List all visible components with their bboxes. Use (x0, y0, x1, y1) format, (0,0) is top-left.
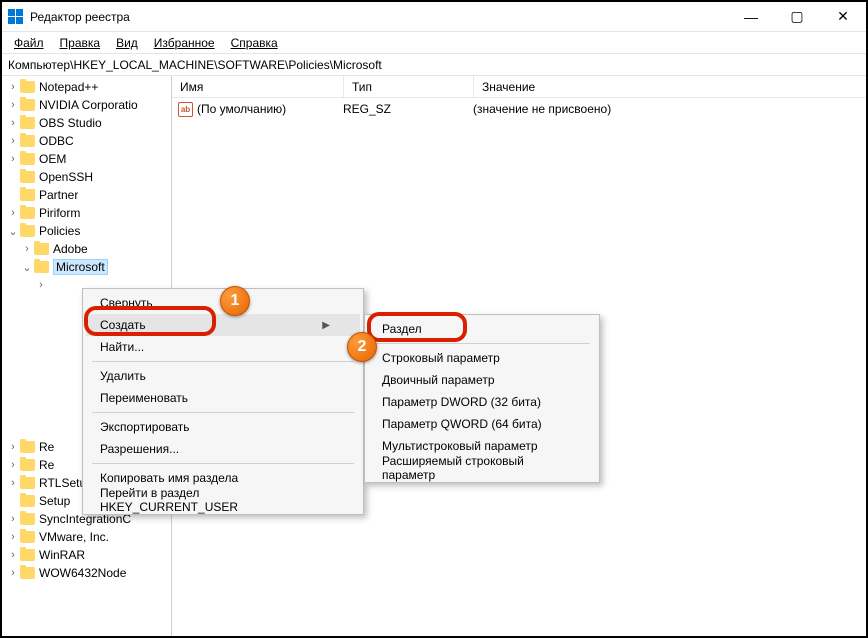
tree-node-piriform[interactable]: ›Piriform (2, 204, 171, 222)
menu-edit[interactable]: Правка (54, 34, 107, 52)
menu-file[interactable]: Файл (8, 34, 50, 52)
close-button[interactable]: ✕ (820, 2, 866, 31)
value-data: (значение не присвоено) (473, 102, 866, 116)
col-header-name[interactable]: Имя (172, 76, 344, 97)
value-type: REG_SZ (343, 102, 473, 116)
tree-node-adobe[interactable]: ›Adobe (16, 240, 171, 258)
tree-node-partner[interactable]: Partner (2, 186, 171, 204)
titlebar: Редактор реестра — ▢ ✕ (2, 2, 866, 32)
col-header-value[interactable]: Значение (474, 76, 866, 97)
chevron-right-icon: ▶ (322, 320, 330, 331)
ctx-item-new[interactable]: Создать▶ (86, 314, 360, 336)
menu-favorites[interactable]: Избранное (148, 34, 221, 52)
tree-node-wow64[interactable]: ›WOW6432Node (2, 564, 171, 582)
string-value-icon: ab (178, 102, 193, 117)
list-header: Имя Тип Значение (172, 76, 866, 98)
ctx-item-new-dword[interactable]: Параметр DWORD (32 бита) (368, 391, 596, 413)
menu-view[interactable]: Вид (110, 34, 144, 52)
value-row-default[interactable]: ab (По умолчанию) REG_SZ (значение не пр… (172, 100, 866, 118)
ctx-separator (92, 412, 354, 413)
menu-help[interactable]: Справка (225, 34, 284, 52)
address-path: Компьютер\HKEY_LOCAL_MACHINE\SOFTWARE\Po… (8, 58, 382, 72)
tree-node-notepadpp[interactable]: ›Notepad++ (2, 78, 171, 96)
tree-node-oem[interactable]: ›OEM (2, 150, 171, 168)
tree-node-nvidia[interactable]: ›NVIDIA Corporatio (2, 96, 171, 114)
minimize-button[interactable]: — (728, 2, 774, 31)
context-menu-primary: Свернуть Создать▶ Найти... Удалить Переи… (82, 288, 364, 515)
window-controls: — ▢ ✕ (728, 2, 866, 31)
ctx-item-find[interactable]: Найти... (86, 336, 360, 358)
annotation-badge-1: 1 (220, 286, 250, 316)
col-header-type[interactable]: Тип (344, 76, 474, 97)
ctx-item-permissions[interactable]: Разрешения... (86, 438, 360, 460)
tree-node-openssh[interactable]: OpenSSH (2, 168, 171, 186)
ctx-separator (92, 361, 354, 362)
maximize-button[interactable]: ▢ (774, 2, 820, 31)
tree-node-microsoft[interactable]: ⌄Microsoft (16, 258, 171, 276)
context-menu-new: Раздел Строковый параметр Двоичный парам… (364, 314, 600, 483)
regedit-icon (8, 9, 24, 25)
tree-node-policies[interactable]: ⌄Policies (2, 222, 171, 240)
addressbar[interactable]: Компьютер\HKEY_LOCAL_MACHINE\SOFTWARE\Po… (2, 54, 866, 76)
ctx-item-new-string[interactable]: Строковый параметр (368, 347, 596, 369)
ctx-item-new-key[interactable]: Раздел (368, 318, 596, 340)
ctx-item-new-qword[interactable]: Параметр QWORD (64 бита) (368, 413, 596, 435)
ctx-separator (92, 463, 354, 464)
menubar: Файл Правка Вид Избранное Справка (2, 32, 866, 54)
value-name: (По умолчанию) (197, 102, 343, 116)
ctx-item-rename[interactable]: Переименовать (86, 387, 360, 409)
tree-node-obs[interactable]: ›OBS Studio (2, 114, 171, 132)
window-title: Редактор реестра (30, 10, 728, 24)
ctx-item-goto-hkcu[interactable]: Перейти в раздел HKEY_CURRENT_USER (86, 489, 360, 511)
ctx-separator (374, 343, 590, 344)
tree-node-vmware[interactable]: ›VMware, Inc. (2, 528, 171, 546)
ctx-item-new-expandstring[interactable]: Расширяемый строковый параметр (368, 457, 596, 479)
tree-node-winrar[interactable]: ›WinRAR (2, 546, 171, 564)
annotation-badge-2: 2 (347, 332, 377, 362)
tree-node-odbc[interactable]: ›ODBC (2, 132, 171, 150)
ctx-item-new-binary[interactable]: Двоичный параметр (368, 369, 596, 391)
registry-editor-window: Редактор реестра — ▢ ✕ Файл Правка Вид И… (0, 0, 868, 638)
ctx-item-export[interactable]: Экспортировать (86, 416, 360, 438)
ctx-item-delete[interactable]: Удалить (86, 365, 360, 387)
